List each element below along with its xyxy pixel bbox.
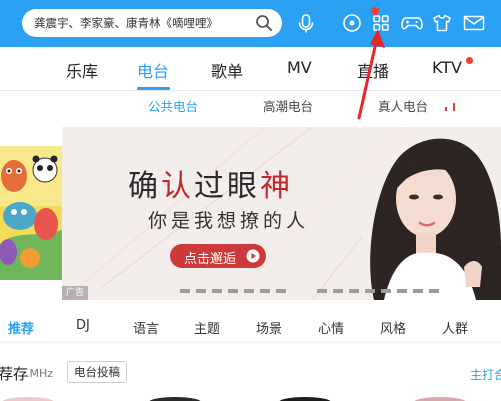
live-bars-icon [445,103,455,111]
ad-badge: 广告 [62,286,88,300]
banner-headline-char: 神 [260,169,293,204]
search-query[interactable]: 龚震宇、李家豪、康青林《嘀哩哩》 [34,15,218,31]
carousel-dot[interactable] [333,289,343,293]
gamepad-icon[interactable] [401,14,423,32]
search-input[interactable]: 龚震宇、李家豪、康青林《嘀哩哩》 [22,9,282,37]
carousel-dot[interactable] [317,289,327,293]
carousel-dot[interactable] [228,289,238,293]
carousel-dot[interactable] [196,289,206,293]
carousel-dot[interactable] [260,289,270,293]
nav-item-mv[interactable]: MV [287,58,312,77]
cartoon-image [0,146,62,280]
banner-headline-char: 确 [128,169,161,204]
carousel-dot[interactable] [180,289,190,293]
category-recommend[interactable]: 推荐 [8,318,34,337]
main-nav: 乐库 电台 歌单 MV 直播 KTV [0,47,501,91]
category-tabs: 推荐 DJ 语言 主题 场景 心情 风格 人群 [0,311,501,343]
banner-subline: 你是我想撩的人 [148,210,310,232]
shirt-icon[interactable] [432,13,452,33]
submit-radio-button[interactable]: 电台投稿 [67,361,127,383]
sub-nav: 公共电台 高潮电台 真人电台 [0,91,501,121]
carousel-dot[interactable] [397,289,407,293]
banner-prev-slide[interactable] [0,146,62,280]
category-mood[interactable]: 心情 [318,318,344,337]
banner-headline-char: 眼 [227,169,260,204]
category-scene[interactable]: 场景 [256,318,282,337]
carousel-dot[interactable] [381,289,391,293]
category-dj[interactable]: DJ [76,318,90,333]
nav-item-playlists[interactable]: 歌单 [211,58,243,82]
sub-tab-public-radio[interactable]: 公共电台 [148,96,198,115]
banner-headline-char: 认 [161,169,194,204]
category-style[interactable]: 风格 [380,318,406,337]
banner-headline-char: 过 [194,169,227,204]
nav-item-library[interactable]: 乐库 [66,58,98,82]
banner-carousel[interactable]: 确认过眼神 你是我想撩的人 点击邂逅 广告 [62,127,501,300]
category-language[interactable]: 语言 [133,318,159,337]
banner-cta-button[interactable]: 点击邂逅 [170,244,266,268]
section-more-link[interactable]: 主打合 [470,366,501,383]
station-thumbnails-edge [2,397,466,401]
section-unit: .MHz [26,367,54,380]
carousel-dot[interactable] [413,289,423,293]
mail-icon[interactable] [463,15,485,31]
search-icon[interactable] [255,14,273,32]
play-icon [246,249,260,263]
mic-icon[interactable] [295,12,317,34]
banner-cta-label: 点击邂逅 [184,252,237,267]
banner-headline: 确认过眼神 [128,161,293,205]
carousel-dot[interactable] [429,289,439,293]
category-theme[interactable]: 主题 [194,318,220,337]
active-tab-indicator [137,87,170,90]
carousel-dot[interactable] [244,289,254,293]
carousel-indicators [180,289,500,295]
carousel-dot[interactable] [276,289,286,293]
carousel-dot[interactable] [365,289,375,293]
sub-tab-climax-radio[interactable]: 高潮电台 [263,96,313,115]
carousel-dot[interactable] [349,289,359,293]
banner-portrait-image [370,138,501,300]
category-audience[interactable]: 人群 [442,318,468,337]
top-bar: 龚震宇、李家豪、康青林《嘀哩哩》 [0,0,501,47]
ktv-notification-dot [466,57,473,64]
nav-item-radio[interactable]: 电台 [137,58,169,82]
section-title: 荐存 [0,365,29,383]
annotation-arrow [357,29,385,120]
nav-item-ktv[interactable]: KTV [432,58,462,77]
carousel-dot[interactable] [212,289,222,293]
section-header: 荐存 .MHz 电台投稿 主打合 [0,358,501,388]
